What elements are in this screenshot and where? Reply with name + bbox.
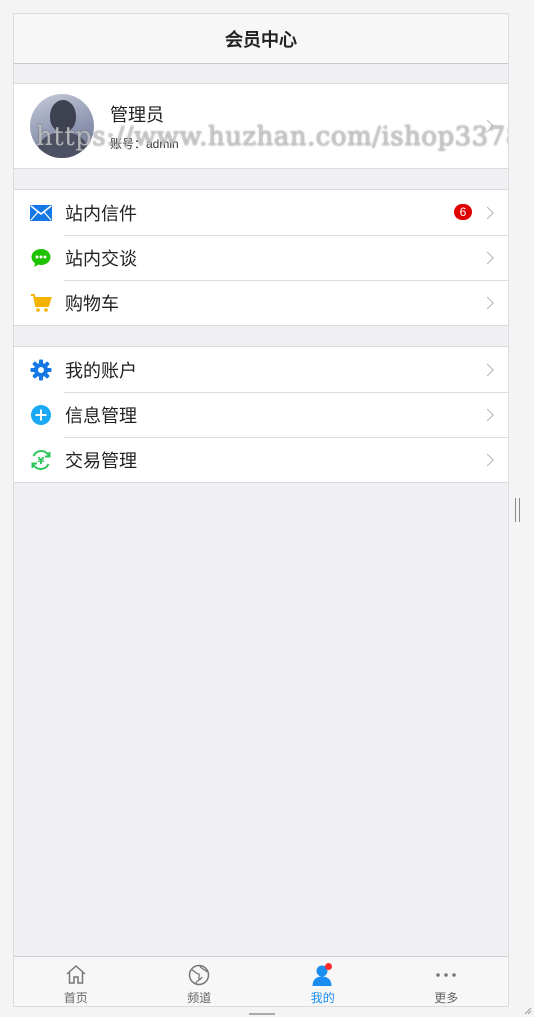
tab-label: 频道 [187,991,212,1005]
chevron-right-icon [481,453,494,466]
tab-more[interactable]: 更多 [385,957,509,1006]
chevron-right-icon [481,363,494,376]
avatar [30,94,94,158]
profile-card[interactable]: 管理员 账号：admin https://www.huzhan.com/isho… [14,83,508,169]
cart-icon [30,292,52,314]
menu-item-cart[interactable]: 购物车 [14,280,508,325]
chat-icon [30,247,52,269]
chevron-right-icon [481,206,494,219]
chevron-right-icon [481,296,494,309]
menu-item-chat[interactable]: 站内交谈 [14,235,508,280]
menu-item-label: 站内交谈 [65,248,137,269]
chevron-right-icon [481,408,494,421]
bottom-tabbar: 首页 频道 我的 更多 [14,956,508,1006]
menu-group-messages: 站内信件 6 站内交谈 购物车 [14,189,508,326]
nav-header: 会员中心 [14,14,508,64]
notification-dot [324,963,332,970]
watermark-text: https://www.huzhan.com/ishop33781 [36,122,509,152]
menu-item-label: 我的账户 [65,360,137,381]
resize-grip-icon[interactable] [522,1005,532,1015]
globe-icon [187,963,211,987]
menu-item-my-account[interactable]: 我的账户 [14,347,508,392]
menu-group-account: 我的账户 信息管理 ¥ 交易管理 [14,346,508,483]
tab-label: 更多 [434,991,459,1005]
menu-item-label: 交易管理 [65,450,137,471]
user-icon [311,963,335,987]
mail-icon [30,202,52,224]
home-icon [64,963,88,987]
user-account: 账号：admin [110,136,179,151]
svg-text:¥: ¥ [38,456,45,467]
menu-item-mail[interactable]: 站内信件 6 [14,190,508,235]
tab-mine[interactable]: 我的 [261,957,385,1006]
menu-item-label: 购物车 [65,293,119,314]
menu-item-label: 信息管理 [65,405,137,426]
tab-label: 首页 [63,991,88,1005]
gear-icon [30,359,52,381]
user-name: 管理员 [110,104,164,125]
chevron-right-icon [481,251,494,264]
app-screen: 会员中心 管理员 账号：admin https://www.huzhan.com… [13,13,509,1007]
plus-circle-icon [30,404,52,426]
bottom-drag-handle[interactable] [249,1013,275,1015]
page-title: 会员中心 [225,29,297,50]
chevron-right-icon [481,119,494,133]
menu-item-label: 站内信件 [65,203,137,224]
tab-home[interactable]: 首页 [14,957,138,1006]
tab-label: 我的 [310,991,335,1005]
yen-refresh-icon: ¥ [30,449,52,471]
menu-item-trade-management[interactable]: ¥ 交易管理 [14,437,508,482]
resize-handle[interactable] [515,498,520,522]
unread-badge: 6 [454,204,472,220]
tab-channel[interactable]: 频道 [138,957,262,1006]
more-dots-icon [434,963,458,987]
menu-item-info-management[interactable]: 信息管理 [14,392,508,437]
